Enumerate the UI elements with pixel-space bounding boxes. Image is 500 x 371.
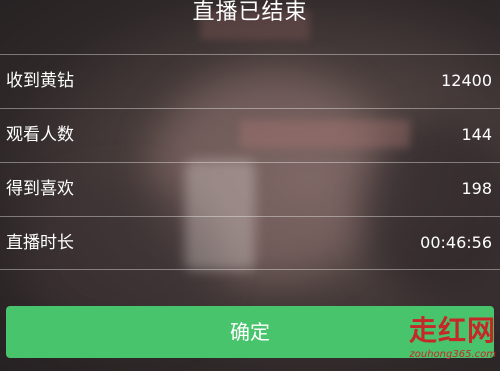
stat-label: 直播时长 (6, 233, 74, 253)
stat-value: 00:46:56 (420, 233, 492, 252)
stat-value: 144 (461, 125, 492, 144)
stat-value: 198 (461, 179, 492, 198)
page-title: 直播已结束 (192, 0, 308, 25)
watermark-url: zouhong365.com (409, 349, 496, 360)
watermark-text: 走红网 (408, 314, 496, 347)
watermark-logo: 走红网 zouhong365.com (356, 315, 496, 365)
stats-list: 收到黄钻 12400 观看人数 144 得到喜欢 198 直播时长 00:46:… (0, 54, 500, 270)
stat-label: 得到喜欢 (6, 179, 74, 199)
stat-row-duration: 直播时长 00:46:56 (0, 216, 500, 270)
stat-label: 观看人数 (6, 125, 74, 145)
live-ended-screen: 直播已结束 收到黄钻 12400 观看人数 144 得到喜欢 198 直播时长 … (0, 0, 500, 371)
stat-value: 12400 (441, 71, 492, 90)
stat-row-viewers: 观看人数 144 (0, 108, 500, 162)
stat-label: 收到黄钻 (6, 71, 74, 91)
stat-row-diamonds: 收到黄钻 12400 (0, 54, 500, 108)
stat-row-likes: 得到喜欢 198 (0, 162, 500, 216)
